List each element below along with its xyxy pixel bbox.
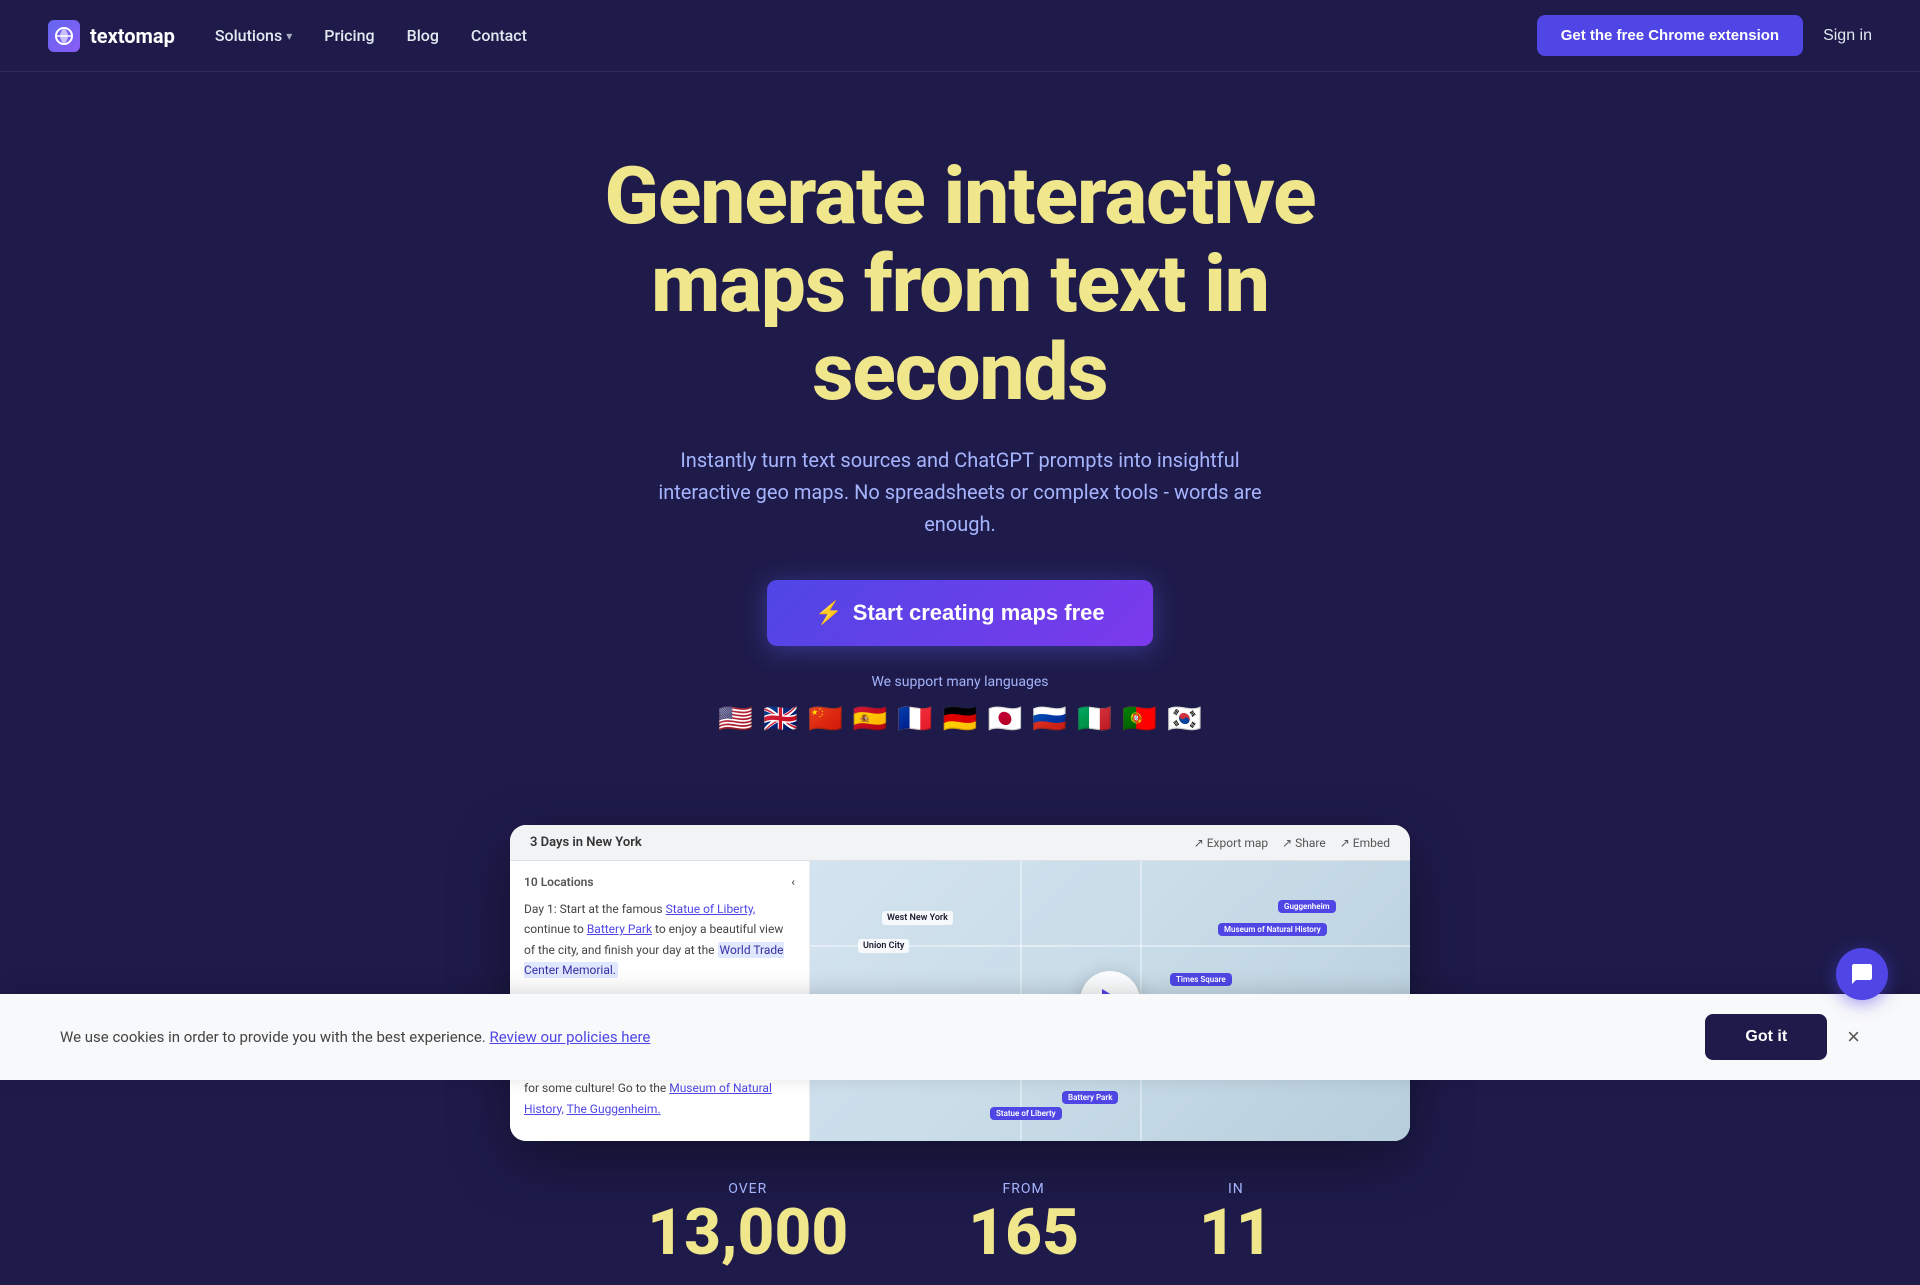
flag: 🇩🇪 [943, 702, 978, 735]
navbar-left: textomap Solutions ▾ Pricing Blog Contac… [48, 20, 527, 52]
nav-pricing[interactable]: Pricing [324, 26, 374, 45]
hero-section: Generate interactive maps from text in s… [0, 72, 1920, 825]
collapse-icon[interactable]: ‹ [791, 875, 795, 889]
demo-title: 3 Days in New York [530, 835, 642, 850]
stat-label: FROM [968, 1181, 1079, 1197]
logo-text: textomap [90, 24, 175, 48]
flag: 🇮🇹 [1077, 702, 1112, 735]
stat-item: OVER 13,000 [647, 1181, 848, 1265]
map-pin[interactable]: Museum of Natural History [1218, 923, 1327, 936]
chrome-extension-button[interactable]: Get the free Chrome extension [1537, 15, 1803, 56]
cookie-policy-link[interactable]: Review our policies here [490, 1028, 651, 1046]
link-guggenheim[interactable]: The Guggenheim. [567, 1102, 661, 1116]
flag: 🇯🇵 [987, 702, 1022, 735]
link-battery-park[interactable]: Battery Park [587, 922, 652, 936]
hero-subtitle: Instantly turn text sources and ChatGPT … [650, 444, 1270, 540]
hero-title: Generate interactive maps from text in s… [510, 152, 1410, 416]
demo-action-share[interactable]: ↗ Share [1282, 836, 1326, 850]
stat-item: IN 11 [1199, 1181, 1273, 1265]
map-pin[interactable]: Battery Park [1062, 1091, 1118, 1104]
navbar: textomap Solutions ▾ Pricing Blog Contac… [0, 0, 1920, 72]
flag: 🇵🇹 [1122, 702, 1157, 735]
link-statue-liberty[interactable]: Statue of Liberty, [666, 902, 756, 916]
map-pin[interactable]: Statue of Liberty [990, 1107, 1062, 1120]
stat-label: OVER [647, 1181, 848, 1197]
signin-button[interactable]: Sign in [1823, 27, 1872, 45]
cta-button[interactable]: ⚡ Start creating maps free [767, 580, 1152, 646]
nav-blog[interactable]: Blog [407, 26, 439, 45]
chat-button[interactable] [1836, 948, 1888, 1000]
logo[interactable]: textomap [48, 20, 175, 52]
cookie-right: Got it × [1705, 1014, 1860, 1060]
chevron-down-icon: ▾ [286, 29, 292, 43]
close-cookie-button[interactable]: × [1847, 1026, 1860, 1048]
flag: 🇷🇺 [1032, 702, 1067, 735]
stat-label: IN [1199, 1181, 1273, 1197]
cookie-banner: We use cookies in order to provide you w… [0, 994, 1920, 1080]
flag: 🇪🇸 [853, 702, 888, 735]
stat-item: FROM 165 [968, 1181, 1079, 1265]
demo-action-embed[interactable]: ↗ Embed [1340, 836, 1390, 850]
map-pin[interactable]: Guggenheim [1278, 900, 1336, 913]
map-label: West New York [882, 911, 953, 925]
navbar-right: Get the free Chrome extension Sign in [1537, 15, 1872, 56]
logo-icon [48, 20, 80, 52]
flag: 🇫🇷 [898, 702, 933, 735]
nav-links: Solutions ▾ Pricing Blog Contact [215, 26, 527, 45]
demo-action-export-map[interactable]: ↗ Export map [1194, 836, 1268, 850]
stat-number: 165 [968, 1201, 1079, 1265]
languages-label: We support many languages [871, 674, 1048, 690]
lightning-icon: ⚡ [815, 600, 842, 626]
demo-actions: ↗ Export map ↗ Share ↗ Embed [1194, 836, 1390, 850]
flags-row: 🇺🇸 🇬🇧 🇨🇳 🇪🇸 🇫🇷 🇩🇪 🇯🇵 🇷🇺 🇮🇹 🇵🇹 🇰🇷 [718, 702, 1202, 735]
flag: 🇬🇧 [763, 702, 798, 735]
stat-number: 13,000 [647, 1201, 848, 1265]
chat-icon [1850, 962, 1874, 986]
nav-solutions[interactable]: Solutions ▾ [215, 26, 292, 45]
demo-locations-header: 10 Locations ‹ [524, 875, 795, 889]
flag: 🇨🇳 [808, 702, 843, 735]
flag: 🇰🇷 [1167, 702, 1202, 735]
stat-number: 11 [1199, 1201, 1273, 1265]
map-label: Union City [858, 939, 909, 953]
demo-toolbar: 3 Days in New York ↗ Export map↗ Share↗ … [510, 825, 1410, 861]
nav-contact[interactable]: Contact [471, 26, 527, 45]
cta-label: Start creating maps free [853, 600, 1105, 626]
cookie-text: We use cookies in order to provide you w… [60, 1028, 650, 1046]
got-it-button[interactable]: Got it [1705, 1014, 1827, 1060]
flag: 🇺🇸 [718, 702, 753, 735]
map-pin[interactable]: Times Square [1170, 973, 1232, 986]
demo-window: 3 Days in New York ↗ Export map↗ Share↗ … [510, 825, 1410, 1141]
stats-row: OVER 13,000 FROM 165 IN 11 [0, 1141, 1920, 1285]
